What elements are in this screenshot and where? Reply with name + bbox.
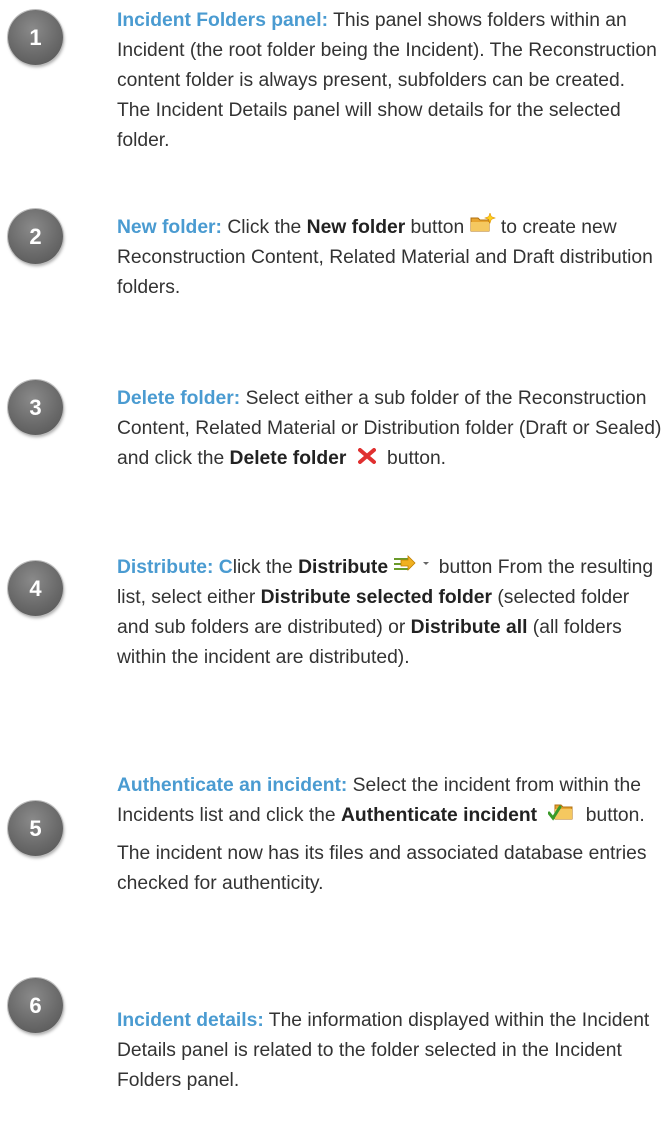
step-6-text: Incident details: The information displa… [117,1010,650,1091]
step-1-badge: 1 [8,10,63,65]
step-5-note: The incident now has its files and assoc… [117,843,647,895]
step-2-heading: New folder: [117,217,222,239]
step-5-heading: Authenticate an incident: [117,775,348,796]
step-3-text: Delete folder: Select either a sub folde… [117,384,662,474]
distribute-icon [393,553,433,583]
step-3-badge: 3 [8,380,63,435]
step-1-heading: Incident Folders panel: [117,10,329,31]
step-4-heading: Distribute: C [117,557,233,579]
new-folder-icon [470,212,496,243]
step-1-text: Incident Folders panel: This panel shows… [117,10,657,151]
delete-icon [357,444,376,474]
step-6-badge: 6 [8,978,63,1033]
step-5-badge: 5 [8,801,63,856]
step-2-text: New folder: Click the New folder button … [117,212,662,303]
step-6-heading: Incident details: [117,1010,264,1031]
step-5-text: Authenticate an incident: Select the inc… [117,771,662,899]
authenticate-icon [547,801,574,831]
step-3-heading: Delete folder: [117,388,241,409]
step-4-text: Distribute: Click the Distribute button … [117,553,662,673]
step-4-badge: 4 [8,561,63,616]
step-2-badge: 2 [8,209,63,264]
